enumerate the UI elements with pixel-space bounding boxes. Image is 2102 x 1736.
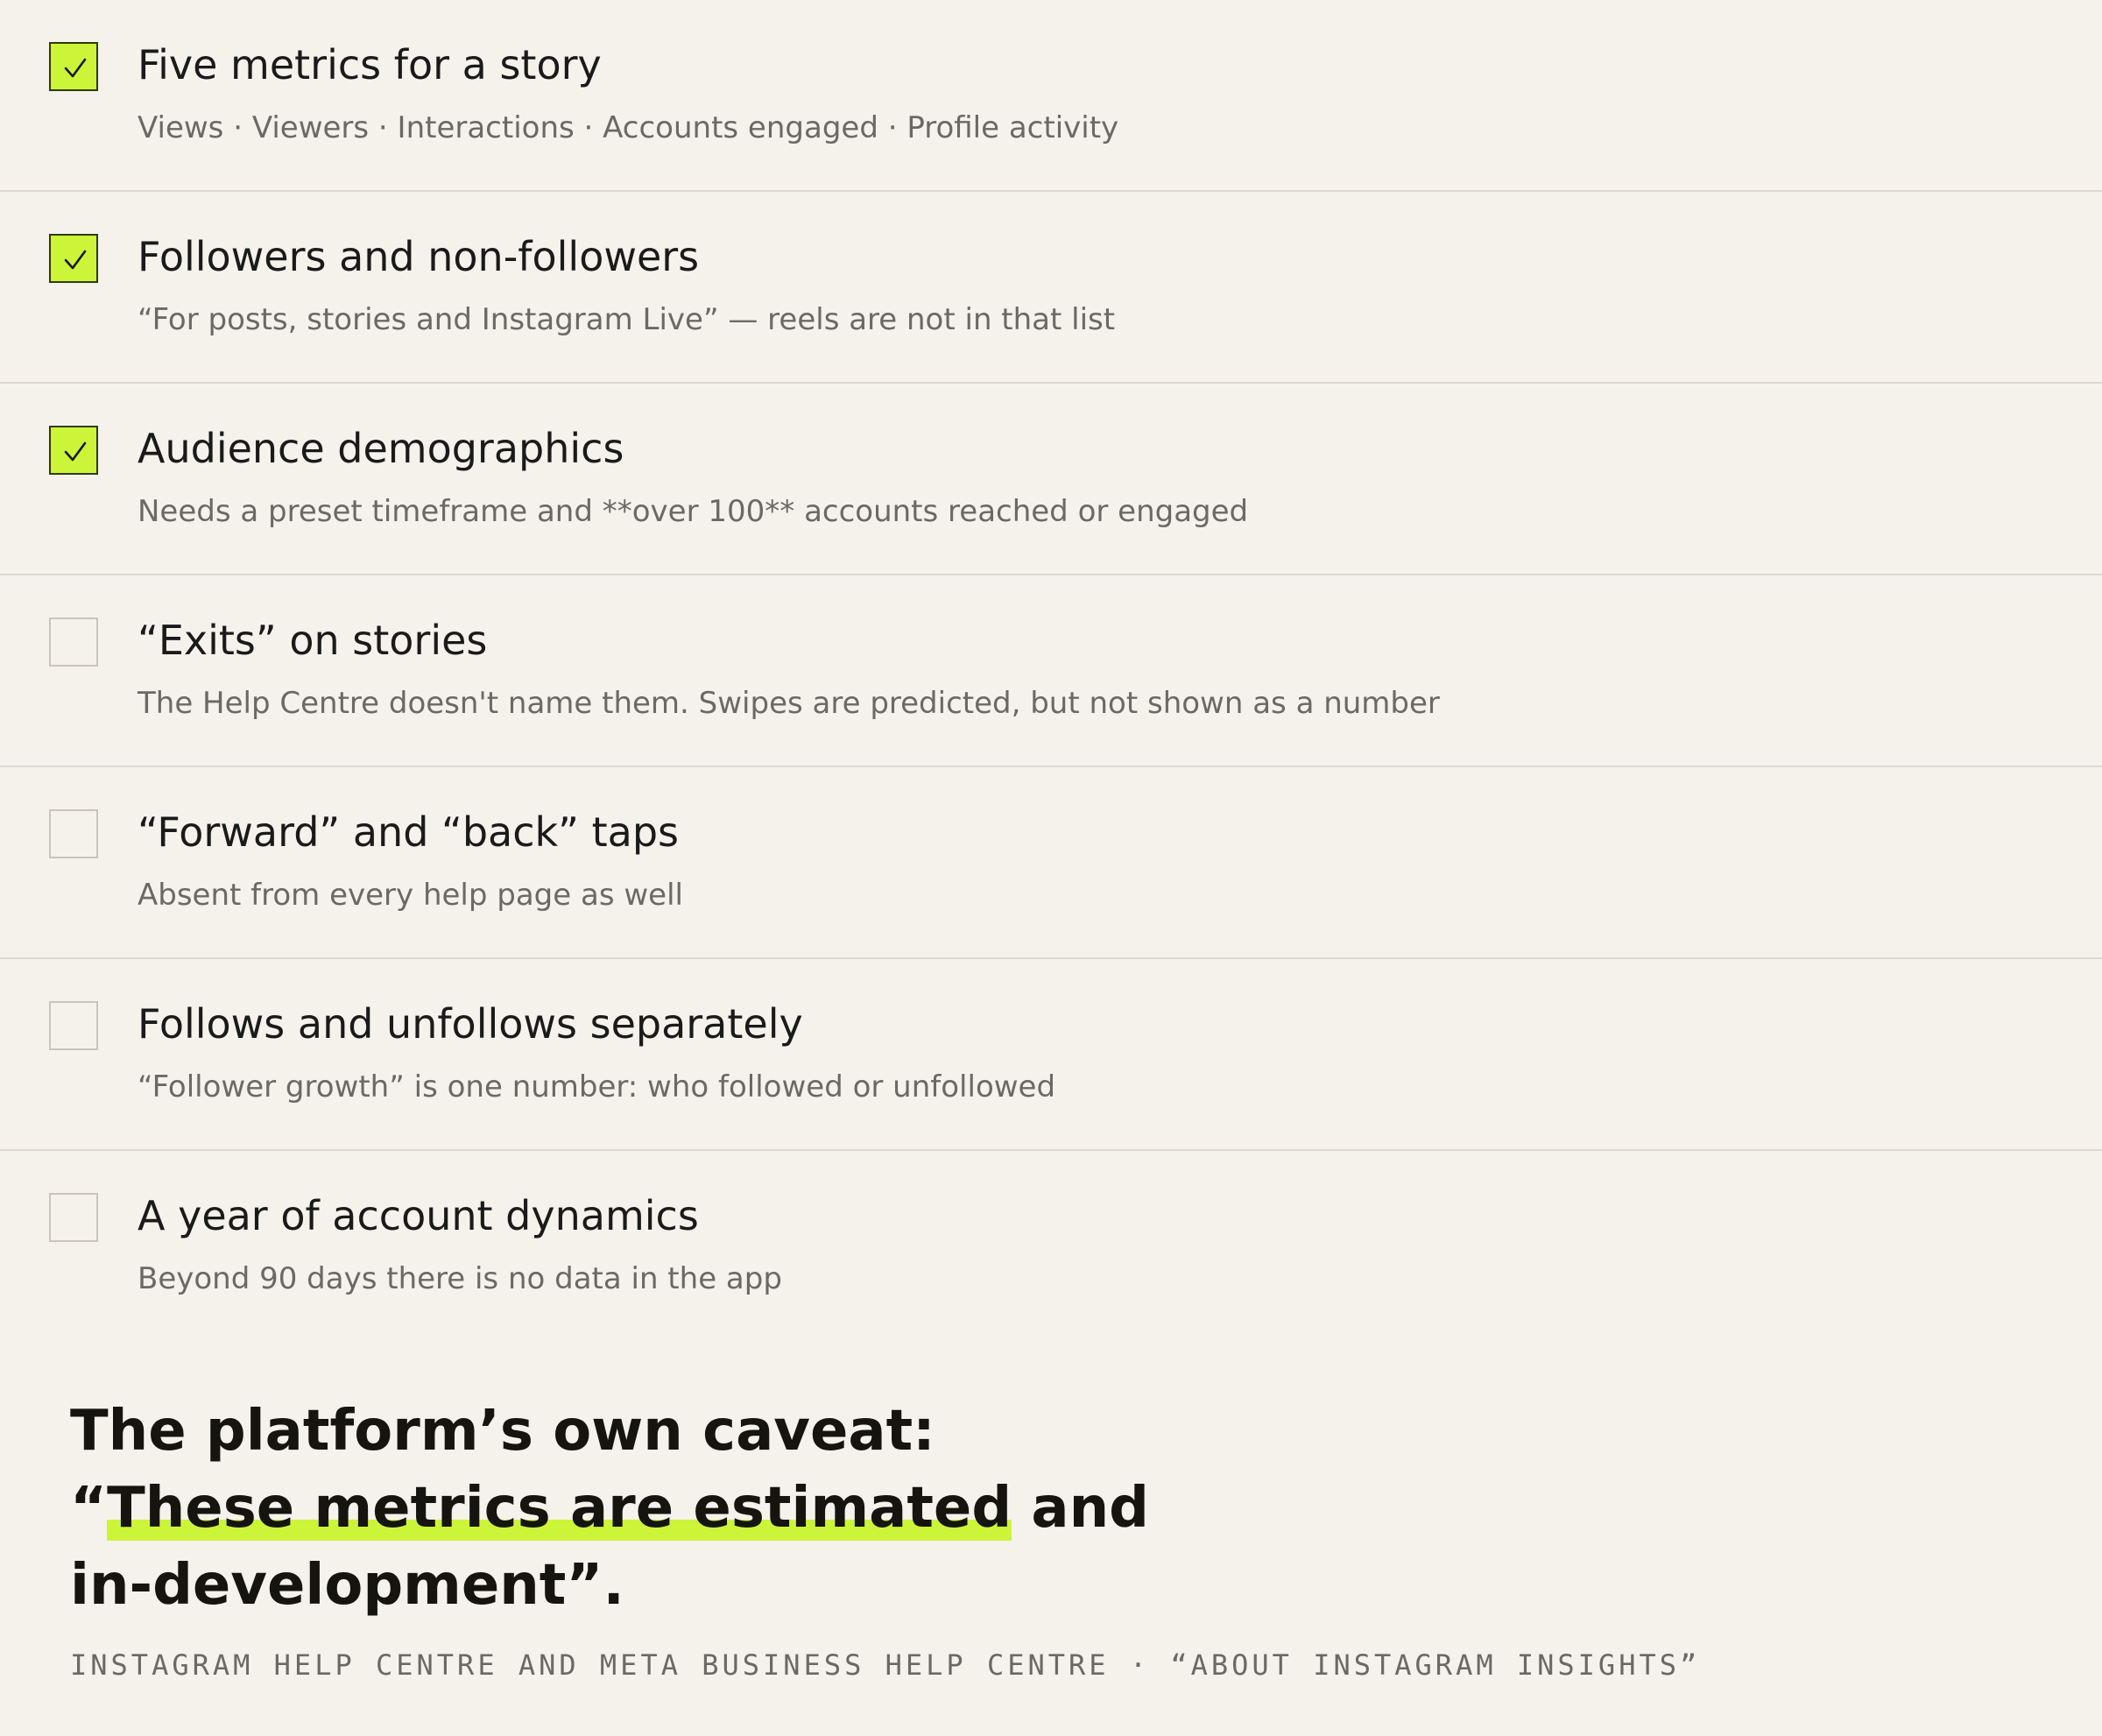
checkbox[interactable]: [49, 1193, 98, 1242]
checklist-item: Follows and unfollows separately “Follow…: [0, 959, 2102, 1151]
source-citation: INSTAGRAM HELP CENTRE AND META BUSINESS …: [70, 1648, 1701, 1682]
item-title: Audience demographics: [138, 425, 624, 472]
item-subtitle: Views · Viewers · Interactions · Account…: [138, 110, 1119, 145]
checkbox[interactable]: [49, 1001, 98, 1050]
item-subtitle: “Follower growth” is one number: who fol…: [138, 1069, 1056, 1104]
checklist-item: “Forward” and “back” taps Absent from ev…: [0, 767, 2102, 959]
checklist-item: A year of account dynamics Beyond 90 day…: [0, 1151, 2102, 1343]
checkmark-icon: [64, 250, 87, 270]
checkbox[interactable]: [49, 426, 98, 475]
checklist-item: “Exits” on stories The Help Centre doesn…: [0, 575, 2102, 767]
checkbox[interactable]: [49, 617, 98, 667]
checklist: Five metrics for a story Views · Viewers…: [0, 0, 2102, 1343]
item-subtitle: The Help Centre doesn't name them. Swipe…: [138, 686, 1440, 721]
item-title: Follows and unfollows separately: [138, 1000, 803, 1048]
checkbox[interactable]: [49, 234, 98, 283]
item-title: Five metrics for a story: [138, 41, 602, 88]
pull-quote: The platform’s own caveat: “These metric…: [70, 1393, 1156, 1624]
item-subtitle: Beyond 90 days there is no data in the a…: [138, 1261, 782, 1296]
checkbox[interactable]: [49, 42, 98, 91]
item-title: “Exits” on stories: [138, 617, 488, 664]
item-title: Followers and non-followers: [138, 233, 700, 280]
item-subtitle: Needs a preset timeframe and **over 100*…: [138, 494, 1249, 529]
item-title: “Forward” and “back” taps: [138, 808, 680, 856]
checkmark-icon: [64, 441, 87, 462]
checklist-item: Five metrics for a story Views · Viewers…: [0, 0, 2102, 192]
checklist-item: Audience demographics Needs a preset tim…: [0, 384, 2102, 575]
checkmark-icon: [64, 58, 87, 78]
item-subtitle: Absent from every help page as well: [138, 878, 683, 913]
quote-highlight: These metrics are estimated: [107, 1476, 1012, 1541]
checklist-item: Followers and non-followers “For posts, …: [0, 192, 2102, 384]
checkbox[interactable]: [49, 809, 98, 858]
item-subtitle: “For posts, stories and Instagram Live” …: [138, 302, 1116, 337]
item-title: A year of account dynamics: [138, 1192, 699, 1239]
